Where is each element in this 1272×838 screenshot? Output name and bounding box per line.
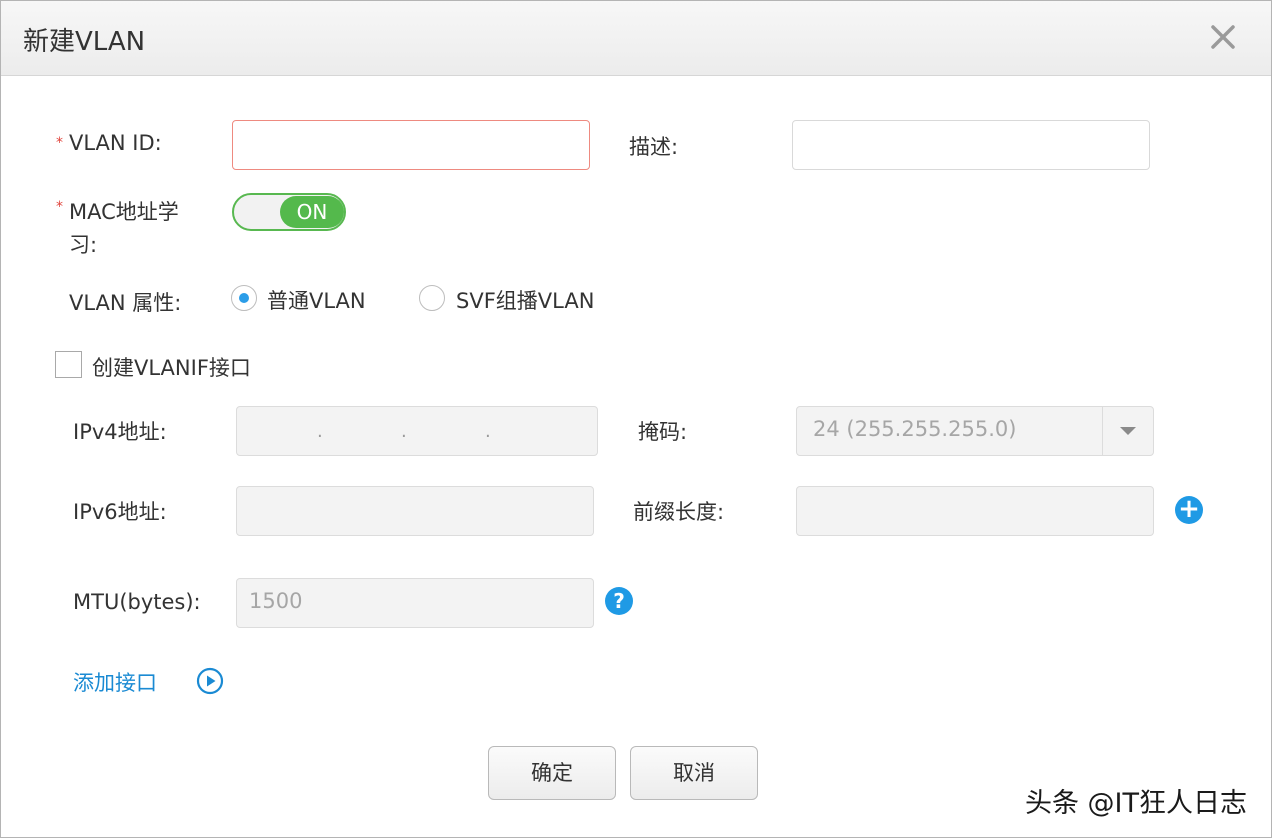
close-icon[interactable]	[1205, 19, 1241, 55]
chevron-down-icon[interactable]	[1102, 407, 1153, 455]
ipv4-separator: .	[485, 421, 491, 442]
prefix-length-input[interactable]	[796, 486, 1154, 536]
radio-svf-multicast-vlan-label: SVF组播VLAN	[456, 289, 595, 313]
add-interface-link[interactable]: 添加接口	[73, 667, 157, 697]
vlan-id-label: VLAN ID:	[69, 131, 162, 155]
mtu-input[interactable]: 1500	[236, 578, 594, 628]
watermark: 头条 @IT狂人日志	[1024, 788, 1247, 819]
vlan-attr-label: VLAN 属性:	[69, 291, 182, 315]
dialog-title: 新建VLAN	[23, 27, 146, 57]
cancel-button[interactable]: 取消	[630, 746, 758, 800]
ipv4-separator: .	[401, 421, 407, 442]
create-vlanif-label: 创建VLANIF接口	[92, 356, 251, 380]
radio-normal-vlan[interactable]	[231, 285, 257, 311]
description-input[interactable]	[792, 120, 1150, 170]
mac-learning-label-line1: MAC地址学	[69, 200, 179, 224]
mask-select[interactable]: 24 (255.255.255.0)	[796, 406, 1154, 456]
vlan-id-input[interactable]	[232, 120, 590, 170]
play-circle-icon[interactable]	[196, 667, 224, 695]
mask-value: 24 (255.255.255.0)	[813, 417, 1017, 441]
required-mark: *	[56, 199, 63, 215]
mask-label: 掩码:	[638, 420, 688, 444]
radio-normal-vlan-label: 普通VLAN	[267, 289, 366, 313]
ipv4-input[interactable]: . . .	[236, 406, 598, 456]
mtu-label: MTU(bytes):	[73, 590, 201, 614]
plus-circle-icon[interactable]: +	[1175, 496, 1203, 524]
radio-svf-multicast-vlan[interactable]	[419, 285, 445, 311]
ipv6-label: IPv6地址:	[73, 500, 167, 524]
new-vlan-dialog: 新建VLAN * VLAN ID: 描述: * MAC地址学 习: ON VLA…	[0, 0, 1272, 838]
required-mark: *	[56, 135, 63, 151]
confirm-button[interactable]: 确定	[488, 746, 616, 800]
ipv4-label: IPv4地址:	[73, 420, 167, 444]
prefix-length-label: 前缀长度:	[633, 500, 725, 524]
description-label: 描述:	[629, 135, 679, 159]
ipv4-separator: .	[317, 421, 323, 442]
dialog-titlebar: 新建VLAN	[1, 1, 1271, 76]
question-circle-icon[interactable]: ?	[605, 587, 633, 615]
mac-learning-label-line2: 习:	[69, 233, 98, 257]
ipv6-input[interactable]	[236, 486, 594, 536]
mac-learning-toggle[interactable]: ON	[232, 193, 346, 231]
create-vlanif-checkbox[interactable]	[55, 351, 82, 378]
toggle-on-label: ON	[280, 196, 344, 228]
mtu-value: 1500	[249, 589, 303, 613]
